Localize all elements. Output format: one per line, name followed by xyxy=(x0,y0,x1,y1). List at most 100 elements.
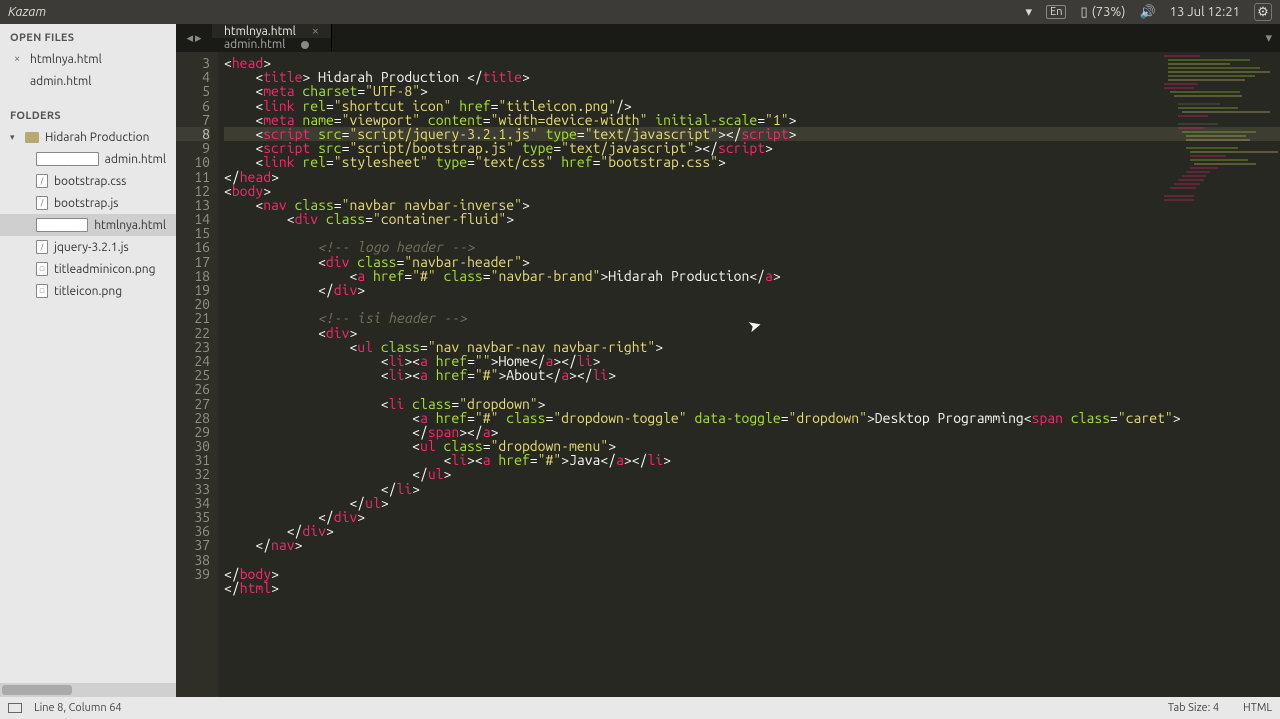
file-type-icon xyxy=(36,262,48,276)
editor-tab[interactable]: admin.html xyxy=(212,38,332,51)
folders-header: FOLDERS xyxy=(0,102,176,126)
code-line[interactable]: <li><a href="">Home</a></li> xyxy=(224,354,1280,368)
status-bar: Line 8, Column 64 Tab Size: 4 HTML xyxy=(0,697,1280,719)
code-line[interactable]: </html> xyxy=(224,581,1280,595)
sidebar-file-item[interactable]: htmlnya.html xyxy=(0,214,176,236)
code-line[interactable] xyxy=(224,553,1280,567)
tab-forward-icon[interactable]: ▸ xyxy=(195,31,202,46)
code-line[interactable]: <script src="script/bootstrap.js" type="… xyxy=(224,141,1280,155)
open-file-name: admin.html xyxy=(30,75,91,88)
tab-dirty-indicator-icon xyxy=(301,41,309,49)
tab-label: htmlnya.html xyxy=(224,25,296,38)
open-file-item[interactable]: admin.html xyxy=(0,70,176,92)
close-file-x-icon[interactable]: × xyxy=(14,53,24,65)
sidebar-file-item[interactable]: admin.html xyxy=(0,148,176,170)
file-type-icon xyxy=(36,240,48,254)
sidebar-file-name: titleadminicon.png xyxy=(54,263,156,276)
code-editor-content[interactable]: <head> <title> Hidarah Production </titl… xyxy=(218,52,1280,697)
code-line[interactable]: <a href="#" class="dropdown-toggle" data… xyxy=(224,411,1280,425)
sidebar-file-name: admin.html xyxy=(105,153,166,166)
status-language[interactable]: HTML xyxy=(1243,702,1272,714)
file-type-icon xyxy=(36,196,48,210)
code-line[interactable]: <ul class="nav navbar-nav navbar-right"> xyxy=(224,340,1280,354)
code-line[interactable]: </ul> xyxy=(224,467,1280,481)
code-line[interactable]: <link rel="stylesheet" type="text/css" h… xyxy=(224,155,1280,169)
code-line[interactable]: <a href="#" class="navbar-brand">Hidarah… xyxy=(224,269,1280,283)
code-line[interactable] xyxy=(224,226,1280,240)
editor-tab[interactable]: htmlnya.html × xyxy=(212,24,332,38)
tab-close-icon[interactable]: × xyxy=(312,24,319,38)
code-line[interactable]: <!-- isi header --> xyxy=(224,311,1280,325)
code-line[interactable]: <div> xyxy=(224,326,1280,340)
sidebar: OPEN FILES × htmlnya.html admin.html FOLDE… xyxy=(0,24,176,697)
code-line[interactable]: </ul> xyxy=(224,496,1280,510)
open-files-header: OPEN FILES xyxy=(0,24,176,48)
code-line[interactable]: <body> xyxy=(224,184,1280,198)
code-line[interactable]: <meta charset="UTF-8"> xyxy=(224,84,1280,98)
code-line[interactable]: <div class="navbar-header"> xyxy=(224,255,1280,269)
code-line[interactable]: </div> xyxy=(224,283,1280,297)
code-line[interactable]: </li> xyxy=(224,482,1280,496)
sidebar-file-item[interactable]: jquery-3.2.1.js xyxy=(0,236,176,258)
system-top-bar: Kazam ▾ En ▯(73%) 🔊 13 Jul 12:21 ⚙ xyxy=(0,0,1280,24)
sidebar-file-item[interactable]: bootstrap.js xyxy=(0,192,176,214)
code-line[interactable]: <nav class="navbar navbar-inverse"> xyxy=(224,198,1280,212)
file-type-icon xyxy=(36,174,48,188)
file-type-icon xyxy=(36,284,48,298)
code-line[interactable]: </head> xyxy=(224,170,1280,184)
tab-back-icon[interactable]: ◂ xyxy=(186,31,193,46)
code-line[interactable] xyxy=(224,297,1280,311)
input-language-indicator[interactable]: En xyxy=(1046,5,1066,19)
system-menu-icon[interactable]: ⚙ xyxy=(1254,3,1272,21)
status-cursor-position[interactable]: Line 8, Column 64 xyxy=(34,702,122,714)
code-line[interactable]: </span></a> xyxy=(224,425,1280,439)
sidebar-folder-root[interactable]: ▾ Hidarah Production xyxy=(0,126,176,148)
code-line[interactable]: <li class="dropdown"> xyxy=(224,397,1280,411)
editor-area: ◂ ▸ htmlnya.html × admin.html ▾ 3456789101… xyxy=(176,24,1280,697)
folder-icon xyxy=(25,132,39,143)
sidebar-file-item[interactable]: titleadminicon.png xyxy=(0,258,176,280)
window-title: Kazam xyxy=(8,5,46,19)
sidebar-file-name: htmlnya.html xyxy=(94,219,166,232)
code-line[interactable]: </div> xyxy=(224,524,1280,538)
line-number-gutter[interactable]: 3456789101112131415161718192021222324252… xyxy=(176,52,218,697)
open-file-item[interactable]: × htmlnya.html xyxy=(0,48,176,70)
tab-history-nav[interactable]: ◂ ▸ xyxy=(176,24,212,52)
code-line[interactable]: </nav> xyxy=(224,538,1280,552)
status-tab-size[interactable]: Tab Size: 4 xyxy=(1168,702,1219,714)
code-line[interactable]: </body> xyxy=(224,567,1280,581)
code-line[interactable]: <link rel="shortcut icon" href="titleico… xyxy=(224,99,1280,113)
tab-label: admin.html xyxy=(224,38,285,51)
clock-text[interactable]: 13 Jul 12:21 xyxy=(1170,5,1240,19)
file-type-icon xyxy=(36,218,88,232)
sidebar-file-name: bootstrap.css xyxy=(54,175,126,188)
code-line[interactable]: <div class="container-fluid"> xyxy=(224,212,1280,226)
code-line[interactable]: <li><a href="#">Java</a></li> xyxy=(224,453,1280,467)
sidebar-file-item[interactable]: bootstrap.css xyxy=(0,170,176,192)
battery-icon[interactable]: ▯(73%) xyxy=(1080,5,1125,20)
volume-icon[interactable]: 🔊 xyxy=(1139,5,1155,20)
code-line[interactable] xyxy=(224,382,1280,396)
code-line[interactable]: <head> xyxy=(224,56,1280,70)
code-line[interactable]: <script src="script/jquery-3.2.1.js" typ… xyxy=(224,127,1280,141)
tabs-overflow-icon[interactable]: ▾ xyxy=(1265,31,1272,46)
code-line[interactable]: </div> xyxy=(224,510,1280,524)
status-panel-switcher-icon[interactable] xyxy=(8,703,22,713)
folder-collapse-arrow-icon: ▾ xyxy=(10,132,19,143)
sidebar-horizontal-scrollbar[interactable] xyxy=(0,683,176,697)
open-file-name: htmlnya.html xyxy=(30,53,102,66)
wifi-icon[interactable]: ▾ xyxy=(1026,5,1033,20)
code-line[interactable]: <!-- logo header --> xyxy=(224,240,1280,254)
sidebar-file-name: jquery-3.2.1.js xyxy=(54,241,129,254)
tab-strip: ◂ ▸ htmlnya.html × admin.html ▾ xyxy=(176,24,1280,52)
code-line[interactable]: <title> Hidarah Production </title> xyxy=(224,70,1280,84)
folder-name: Hidarah Production xyxy=(45,131,149,144)
code-line[interactable]: <ul class="dropdown-menu"> xyxy=(224,439,1280,453)
scrollbar-thumb[interactable] xyxy=(2,685,72,695)
sidebar-file-name: bootstrap.js xyxy=(54,197,118,210)
sidebar-file-item[interactable]: titleicon.png xyxy=(0,280,176,302)
battery-text: (73%) xyxy=(1092,5,1126,19)
file-type-icon xyxy=(36,152,99,166)
code-line[interactable]: <li><a href="#">About</a></li> xyxy=(224,368,1280,382)
code-line[interactable]: <meta name="viewport" content="width=dev… xyxy=(224,113,1280,127)
